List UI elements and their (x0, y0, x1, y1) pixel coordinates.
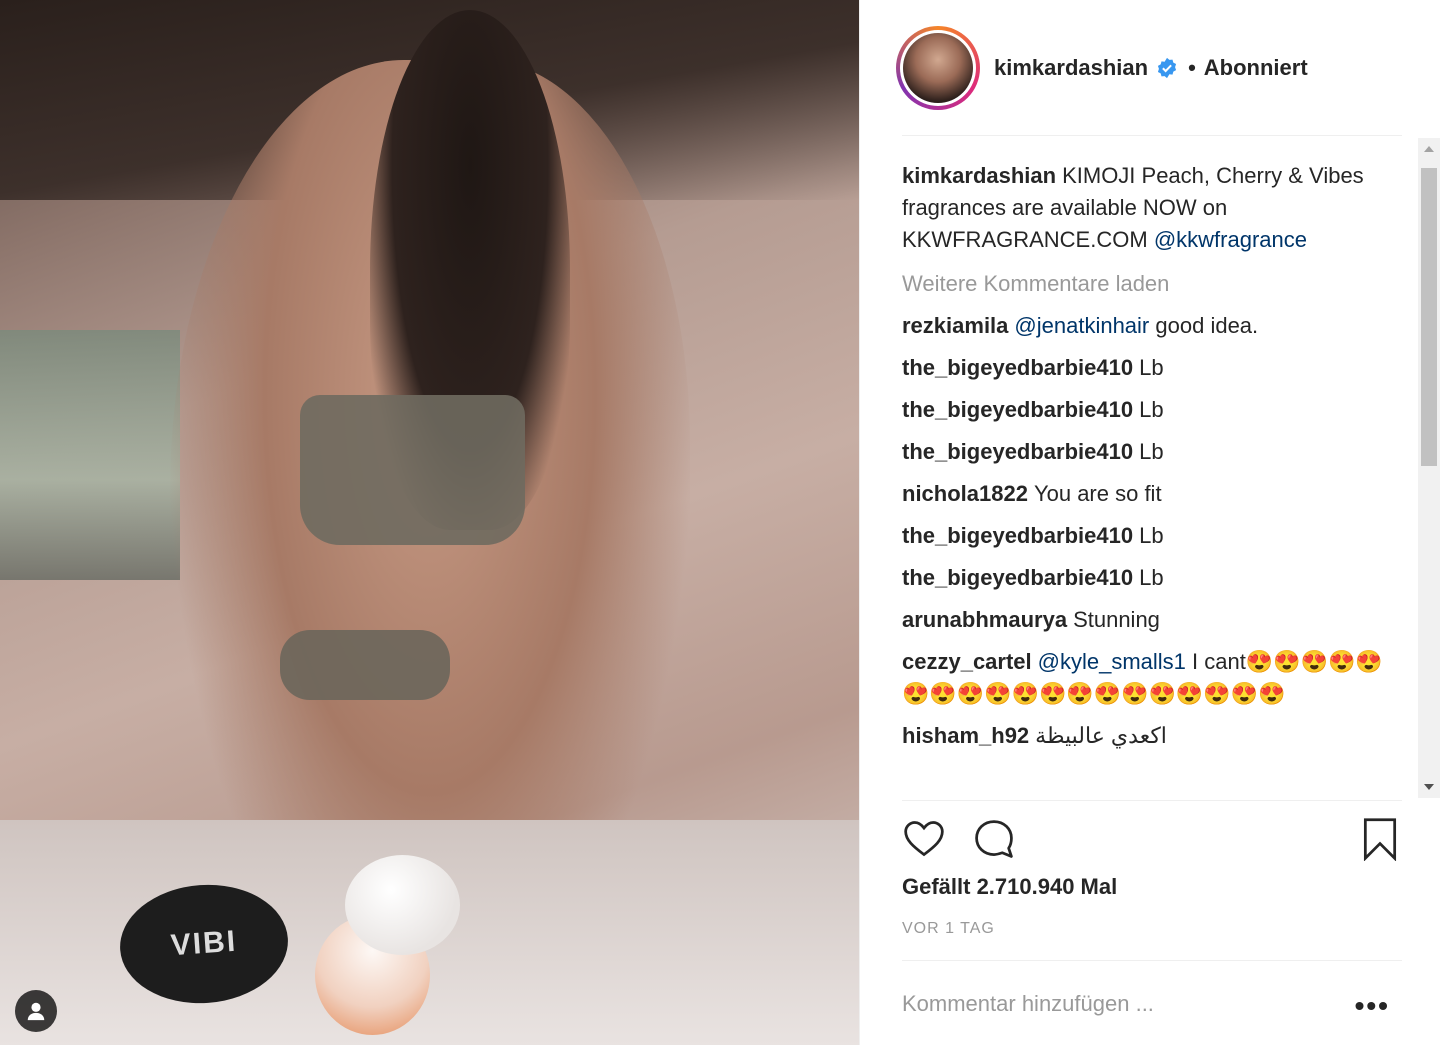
comment-row: the_bigeyedbarbie410 Lb (902, 394, 1402, 426)
comment-row: nichola1822 You are so fit (902, 478, 1402, 510)
scrollbar-thumb[interactable] (1421, 168, 1437, 466)
photo-top (300, 395, 525, 545)
story-ring[interactable] (896, 25, 980, 110)
post-photo[interactable]: VIBI (0, 0, 859, 1045)
comment-username[interactable]: cezzy_cartel (902, 649, 1032, 674)
add-comment-input[interactable] (902, 988, 1322, 1020)
cherry-bottle (345, 855, 460, 955)
comment-username[interactable]: nichola1822 (902, 481, 1028, 506)
comment-row: the_bigeyedbarbie410 Lb (902, 352, 1402, 384)
comment-username[interactable]: the_bigeyedbarbie410 (902, 397, 1133, 422)
action-bar (902, 812, 1402, 872)
comments-scrollbar[interactable] (1418, 138, 1440, 798)
comment-username[interactable]: rezkiamila (902, 313, 1008, 338)
load-more-comments-button[interactable]: Weitere Kommentare laden (902, 268, 1402, 300)
comment-text: You are so fit (1033, 481, 1162, 506)
user-icon (27, 1002, 45, 1021)
photo-bottoms (280, 630, 450, 700)
comment-row: the_bigeyedbarbie410 Lb (902, 436, 1402, 468)
comment-text: good idea. (1155, 313, 1259, 338)
comment-text: Lb (1139, 439, 1164, 464)
comment-username[interactable]: the_bigeyedbarbie410 (902, 355, 1133, 380)
comment-row: hisham_h92 اكعدي عالبيظة (902, 720, 1402, 752)
heart-icon[interactable] (902, 817, 946, 861)
comment-text: Stunning (1073, 607, 1160, 632)
comment-row: arunabhmaurya Stunning (902, 604, 1402, 636)
divider (902, 135, 1402, 136)
comment-username[interactable]: hisham_h92 (902, 723, 1029, 748)
comment-text: Lb (1139, 355, 1164, 380)
comment-username[interactable]: the_bigeyedbarbie410 (902, 439, 1133, 464)
post-header: kimkardashian • Abonniert (860, 0, 1440, 135)
scroll-down-arrow-icon[interactable] (1424, 784, 1434, 790)
caption-username[interactable]: kimkardashian (902, 163, 1056, 188)
verified-badge-icon (1158, 57, 1177, 78)
tagged-users-button[interactable] (15, 990, 57, 1032)
comment-text: اكعدي عالبيظة (1035, 723, 1167, 748)
comment-row: the_bigeyedbarbie410 Lb (902, 520, 1402, 552)
comment-mention[interactable]: @kyle_smalls1 (1038, 649, 1186, 674)
comment-username[interactable]: the_bigeyedbarbie410 (902, 523, 1133, 548)
more-options-button[interactable]: ••• (1355, 990, 1390, 1022)
avatar (903, 32, 973, 103)
comment-text: Lb (1139, 397, 1164, 422)
separator-dot: • (1188, 54, 1196, 80)
follow-status-button[interactable]: Abonniert (1204, 55, 1308, 81)
post-caption: kimkardashian KIMOJI Peach, Cherry & Vibe… (902, 160, 1402, 256)
comment-username[interactable]: arunabhmaurya (902, 607, 1067, 632)
comment-text: Lb (1139, 565, 1164, 590)
comment-rows: rezkiamila @jenatkinhair good idea. the_bi… (902, 310, 1402, 752)
comment-username[interactable]: the_bigeyedbarbie410 (902, 565, 1133, 590)
photo-window (0, 330, 180, 580)
comment-row: the_bigeyedbarbie410 Lb (902, 562, 1402, 594)
comments-list: kimkardashian KIMOJI Peach, Cherry & Vibe… (902, 150, 1402, 800)
post-sidebar: kimkardashian • Abonniert kimkardashian K… (859, 0, 1440, 1045)
bookmark-icon[interactable] (1358, 817, 1402, 861)
comment-text: Lb (1139, 523, 1164, 548)
comment-row: cezzy_cartel @kyle_smalls1 I cant😍😍😍😍😍😍😍😍… (902, 646, 1402, 710)
post-modal: VIBI kimkardashian • Abonniert kimkardas… (0, 0, 1440, 1045)
header-username[interactable]: kimkardashian (994, 55, 1148, 81)
comment-icon[interactable] (972, 817, 1016, 861)
likes-count[interactable]: Gefällt 2.710.940 Mal (902, 874, 1117, 900)
scroll-up-arrow-icon[interactable] (1424, 146, 1434, 152)
comment-mention[interactable]: @jenatkinhair (1014, 313, 1149, 338)
post-time[interactable]: VOR 1 TAG (902, 920, 995, 938)
comment-row: rezkiamila @jenatkinhair good idea. (902, 310, 1402, 342)
divider (902, 960, 1402, 961)
divider (902, 800, 1402, 801)
caption-mention[interactable]: @kkwfragrance (1154, 227, 1307, 252)
